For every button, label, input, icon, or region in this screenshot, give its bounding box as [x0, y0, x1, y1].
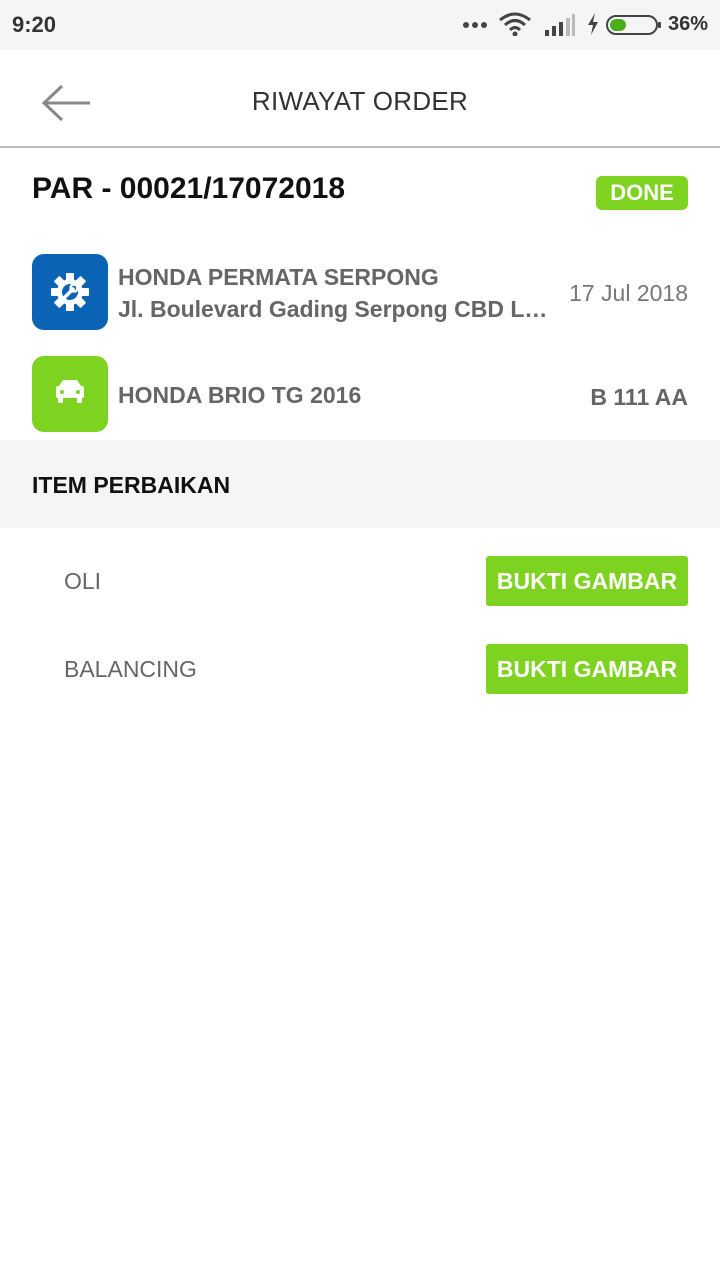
repair-item-label: BALANCING: [64, 656, 197, 682]
order-id: PAR - 00021/17072018: [32, 172, 346, 205]
car-name: HONDA BRIO TG 2016: [118, 382, 362, 408]
charging-bolt-icon: [586, 12, 600, 41]
wifi-icon: [498, 12, 532, 41]
status-badge: DONE: [596, 176, 688, 210]
more-dots-icon: [462, 16, 488, 34]
car-row: HONDA BRIO TG 2016 B 111 AA: [0, 356, 720, 432]
status-time: 9:20: [12, 12, 57, 37]
app-toolbar: RIWAYAT ORDER: [0, 50, 720, 148]
workshop-row: HONDA PERMATA SERPONG Jl. Boulevard Gadi…: [0, 254, 720, 330]
page-title: RIWAYAT ORDER: [251, 86, 469, 116]
gear-wrench-icon: [51, 273, 89, 311]
section-title: ITEM PERBAIKAN: [32, 472, 231, 498]
workshop-name: HONDA PERMATA SERPONG: [118, 264, 439, 290]
license-plate: B 111 AA: [590, 384, 688, 410]
repair-section-header: ITEM PERBAIKAN: [0, 440, 720, 528]
workshop-address: Jl. Boulevard Gading Serpong CBD Lot. ..…: [118, 296, 553, 322]
status-bar: 9:20 36%: [0, 0, 720, 50]
repair-item: BALANCING BUKTI GAMBAR: [0, 644, 720, 696]
battery-percent: 36%: [668, 13, 709, 35]
repair-item: OLI BUKTI GAMBAR: [0, 556, 720, 608]
car-icon: [56, 380, 84, 403]
photo-proof-button[interactable]: BUKTI GAMBAR: [486, 644, 688, 694]
car-icon-tile: [32, 356, 108, 432]
battery-icon: [606, 14, 662, 41]
signal-icon: [544, 14, 576, 41]
repair-item-label: OLI: [64, 568, 102, 594]
photo-proof-button[interactable]: BUKTI GAMBAR: [486, 556, 688, 606]
workshop-icon-tile: [32, 254, 108, 330]
order-date: 17 Jul 2018: [569, 280, 688, 306]
